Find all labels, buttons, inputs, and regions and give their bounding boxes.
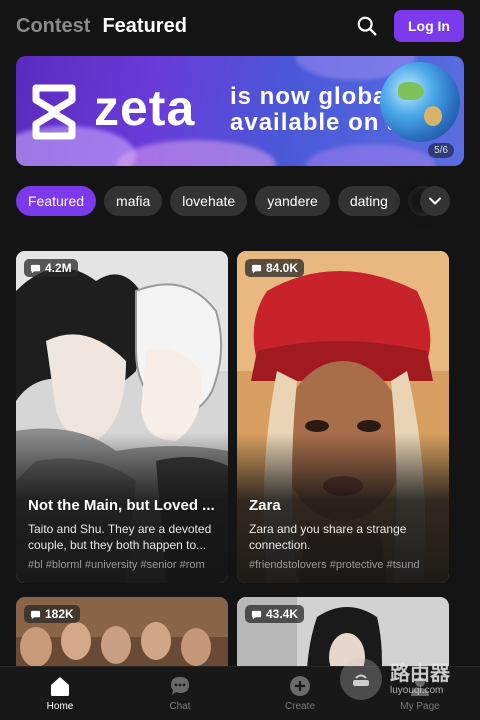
chevron-down-icon: [429, 197, 441, 205]
globe-land: [424, 106, 442, 126]
card-tags: #friendstolovers #protective #tsund: [249, 559, 420, 571]
chat-count-badge: 84.0K: [245, 259, 305, 277]
chat-count: 4.2M: [45, 261, 72, 275]
chips-expand-button[interactable]: [420, 186, 450, 216]
chat-icon: [171, 677, 189, 695]
nav-mypage-label: My Page: [400, 701, 440, 712]
banner-brand: zeta: [94, 80, 196, 136]
top-header: Contest Featured Log In: [0, 0, 480, 52]
chat-count-badge: 43.4K: [245, 605, 305, 623]
chip-yandere[interactable]: yandere: [255, 186, 330, 216]
tab-contest[interactable]: Contest: [16, 15, 90, 38]
chat-count: 84.0K: [266, 261, 299, 275]
chip-lovehate[interactable]: lovehate: [170, 186, 248, 216]
login-button[interactable]: Log In: [394, 10, 464, 42]
card-description: Taito and Shu. They are a devoted couple…: [28, 522, 212, 552]
search-icon: [357, 16, 377, 36]
router-logo-icon: [340, 658, 382, 700]
watermark-line1: 路由器: [390, 662, 450, 685]
chat-count: 43.4K: [266, 607, 299, 621]
chip-dating[interactable]: dating: [337, 186, 400, 216]
banner-page-counter: 5/6: [428, 143, 454, 158]
home-icon: [51, 677, 69, 696]
promo-banner[interactable]: zeta is now globally available on app 5/…: [16, 56, 464, 166]
plus-circle-icon: [290, 676, 310, 696]
banner-cloud: [116, 140, 276, 166]
nav-create-label: Create: [284, 701, 315, 712]
zeta-logo-icon: [32, 84, 76, 140]
search-button[interactable]: [354, 13, 380, 39]
chat-count: 182K: [45, 607, 74, 621]
router-icon: [353, 674, 369, 686]
chip-featured[interactable]: Featured: [16, 186, 97, 216]
card-tags: #bl #blorml #university #senior #rom: [28, 559, 205, 571]
chat-count-badge: 182K: [24, 605, 80, 623]
watermark-line2: luyouqi.com: [390, 684, 444, 696]
banner-cloud: [306, 144, 436, 166]
character-card[interactable]: 4.2M Not the Main, but Loved ... Taito a…: [16, 251, 228, 583]
card-description: Zara and you share a strange connection.: [249, 522, 407, 552]
card-title: Zara: [249, 497, 281, 514]
globe-icon: [380, 62, 460, 142]
chat-bubble-icon: [30, 264, 41, 273]
watermark: 路由器 luyouqi.com: [340, 658, 450, 700]
globe-land: [398, 82, 424, 100]
character-card[interactable]: 84.0K Zara Zara and you share a strange …: [237, 251, 449, 583]
card-title: Not the Main, but Loved ...: [28, 497, 215, 514]
header-actions: Log In: [354, 10, 464, 42]
tab-featured[interactable]: Featured: [102, 15, 186, 38]
nav-chat[interactable]: Chat: [120, 667, 240, 720]
chat-bubble-icon: [251, 264, 262, 273]
chat-count-badge: 4.2M: [24, 259, 78, 277]
category-chips: Featured mafia lovehate yandere dating: [16, 186, 466, 216]
chip-mafia[interactable]: mafia: [104, 186, 163, 216]
chat-bubble-icon: [251, 610, 262, 619]
nav-chat-label: Chat: [169, 701, 191, 712]
chat-bubble-icon: [30, 610, 41, 619]
watermark-text: 路由器 luyouqi.com: [390, 663, 450, 696]
nav-home[interactable]: Home: [0, 667, 120, 720]
nav-home-label: Home: [46, 701, 74, 712]
